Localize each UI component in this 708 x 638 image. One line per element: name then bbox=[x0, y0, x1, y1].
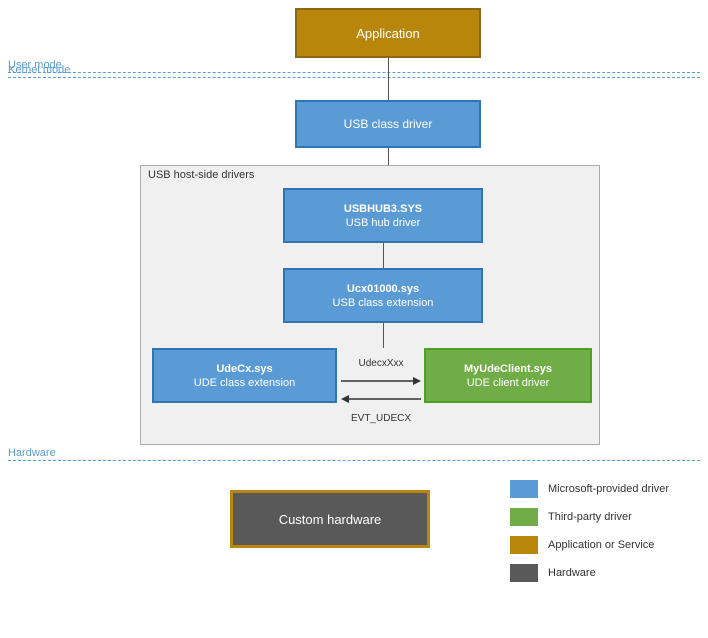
usbhub-line1: USBHUB3.SYS bbox=[344, 203, 422, 215]
arrow-area: UdecxXxx EVT_UDECX bbox=[340, 358, 422, 424]
legend-item-appservice: Application or Service bbox=[510, 536, 669, 554]
legend-text-microsoft: Microsoft-provided driver bbox=[548, 482, 669, 496]
legend-color-microsoft bbox=[510, 480, 538, 498]
myude-line1: MyUdeClient.sys bbox=[464, 363, 552, 375]
diagram-container: Application User mode Kernel mode USB cl… bbox=[0, 0, 708, 638]
legend-item-microsoft: Microsoft-provided driver bbox=[510, 480, 669, 498]
legend-color-hardware bbox=[510, 564, 538, 582]
connector-hub-ucx bbox=[383, 243, 384, 268]
arrow-svg bbox=[341, 371, 421, 411]
legend-text-thirdparty: Third-party driver bbox=[548, 510, 632, 524]
hardware-label: Hardware bbox=[8, 447, 56, 459]
arrow-label-top: UdecxXxx bbox=[358, 358, 403, 369]
legend: Microsoft-provided driver Third-party dr… bbox=[510, 480, 669, 582]
usb-host-label: USB host-side drivers bbox=[148, 169, 254, 181]
application-label: Application bbox=[356, 26, 420, 41]
legend-item-hardware: Hardware bbox=[510, 564, 669, 582]
custom-hardware-box: Custom hardware bbox=[230, 490, 430, 548]
legend-text-appservice: Application or Service bbox=[548, 538, 654, 552]
mode-lines: User mode Kernel mode bbox=[8, 72, 700, 78]
application-box: Application bbox=[295, 8, 481, 58]
ucx-line2: USB class extension bbox=[333, 297, 434, 309]
usb-class-driver-box: USB class driver bbox=[295, 100, 481, 148]
legend-text-hardware: Hardware bbox=[548, 566, 596, 580]
udecx-line2: UDE class extension bbox=[194, 377, 296, 389]
kernel-mode-label: Kernel mode bbox=[8, 64, 70, 76]
udecx-box: UdeCx.sys UDE class extension bbox=[152, 348, 337, 403]
myude-box: MyUdeClient.sys UDE client driver bbox=[424, 348, 592, 403]
hardware-line: Hardware bbox=[8, 460, 700, 461]
user-mode-line: User mode bbox=[8, 72, 700, 73]
usb-class-driver-label: USB class driver bbox=[344, 117, 433, 131]
usbhub-box: USBHUB3.SYS USB hub driver bbox=[283, 188, 483, 243]
custom-hardware-label: Custom hardware bbox=[279, 512, 382, 527]
ucx-line1: Ucx01000.sys bbox=[347, 283, 419, 295]
kernel-mode-line: Kernel mode bbox=[8, 77, 700, 78]
legend-color-appservice bbox=[510, 536, 538, 554]
ucx-box: Ucx01000.sys USB class extension bbox=[283, 268, 483, 323]
legend-item-thirdparty: Third-party driver bbox=[510, 508, 669, 526]
hardware-line-area: Hardware bbox=[8, 460, 700, 461]
connector-ucx-udecx bbox=[383, 323, 384, 348]
udecx-line1: UdeCx.sys bbox=[216, 363, 272, 375]
legend-color-thirdparty bbox=[510, 508, 538, 526]
myude-line2: UDE client driver bbox=[467, 377, 550, 389]
arrow-label-bottom: EVT_UDECX bbox=[351, 413, 411, 424]
usbhub-line2: USB hub driver bbox=[346, 217, 421, 229]
connector-app-usb bbox=[388, 58, 389, 100]
